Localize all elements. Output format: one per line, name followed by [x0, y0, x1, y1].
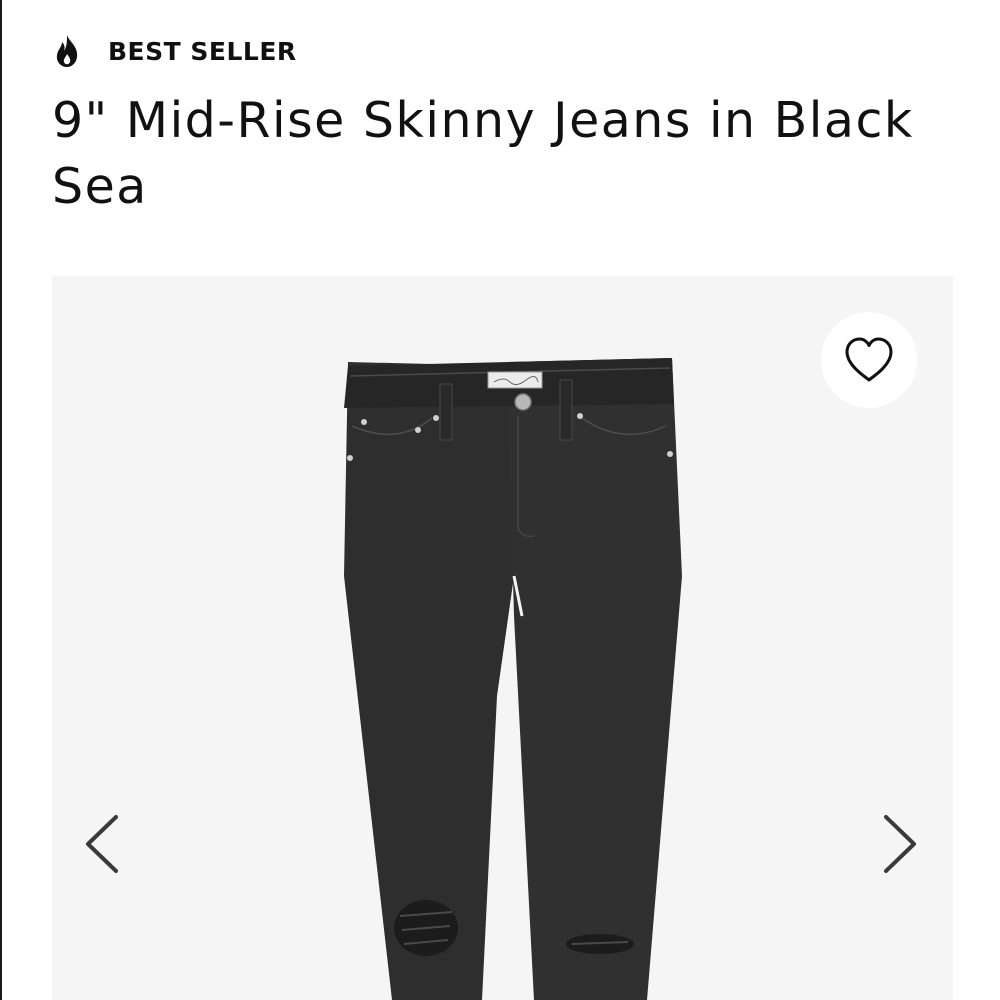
product-page: BEST SELLER 9" Mid-Rise Skinny Jeans in … — [0, 0, 1000, 1000]
badge-label: BEST SELLER — [108, 36, 297, 66]
product-image — [344, 358, 682, 1000]
best-seller-badge: BEST SELLER — [52, 34, 297, 68]
heart-outline-icon — [845, 337, 893, 382]
previous-image-button[interactable] — [82, 812, 122, 876]
chevron-right-icon — [884, 815, 916, 873]
flame-icon — [56, 35, 78, 67]
next-image-button[interactable] — [880, 812, 920, 876]
chevron-left-icon — [86, 815, 118, 873]
product-title: 9" Mid-Rise Skinny Jeans in Black Sea — [52, 92, 914, 215]
product-image-gallery[interactable] — [52, 276, 953, 1000]
wishlist-button[interactable] — [821, 312, 917, 408]
